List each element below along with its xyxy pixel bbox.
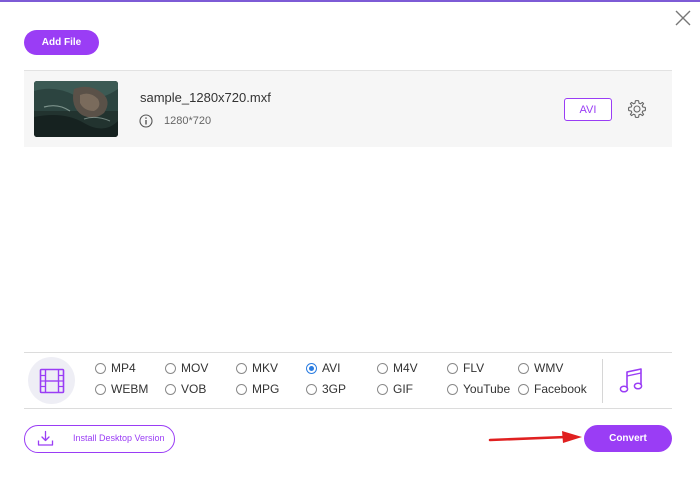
radio-button[interactable] (95, 362, 106, 374)
radio-button[interactable] (165, 362, 176, 374)
radio-button[interactable] (518, 383, 529, 395)
install-desktop-version-button[interactable]: Install Desktop Version (24, 425, 175, 453)
annotation-arrow (488, 431, 582, 443)
format-option[interactable]: Facebook (518, 382, 587, 396)
add-file-button[interactable]: Add File (24, 30, 99, 55)
format-option[interactable]: FLV (447, 361, 484, 375)
panel-divider (602, 359, 603, 403)
music-note-icon[interactable] (618, 367, 644, 395)
format-option-selected[interactable]: AVI (306, 361, 340, 375)
gear-icon[interactable] (627, 99, 647, 119)
format-option[interactable]: MKV (236, 361, 278, 375)
convert-button[interactable]: Convert (584, 425, 672, 452)
radio-button[interactable] (236, 362, 247, 374)
radio-button-selected[interactable] (306, 362, 317, 374)
radio-button[interactable] (518, 362, 529, 374)
radio-button[interactable] (447, 383, 458, 395)
radio-button[interactable] (165, 383, 176, 395)
video-format-tab[interactable] (28, 357, 75, 404)
format-option[interactable]: MP4 (95, 361, 136, 375)
output-format-button[interactable]: AVI (564, 98, 612, 121)
radio-button[interactable] (377, 362, 388, 374)
format-option[interactable]: GIF (377, 382, 413, 396)
download-icon (37, 430, 54, 446)
format-option[interactable]: MPG (236, 382, 279, 396)
file-resolution: 1280*720 (164, 115, 212, 127)
radio-button[interactable] (447, 362, 458, 374)
format-option[interactable]: VOB (165, 382, 206, 396)
window-top-border (0, 0, 700, 2)
radio-button[interactable] (306, 383, 317, 395)
install-button-label: Install Desktop Version (73, 433, 165, 443)
format-option[interactable]: YouTube (447, 382, 510, 396)
file-list-item: sample_1280x720.mxf 1280*720 AVI (24, 70, 672, 147)
radio-button[interactable] (236, 383, 247, 395)
close-icon[interactable] (673, 8, 693, 28)
film-icon (39, 368, 64, 393)
radio-button[interactable] (377, 383, 388, 395)
format-option[interactable]: MOV (165, 361, 208, 375)
radio-button[interactable] (95, 383, 106, 395)
info-icon[interactable] (139, 114, 153, 128)
video-thumbnail (34, 81, 118, 137)
format-option[interactable]: WMV (518, 361, 563, 375)
format-selection-panel: MP4 MOV MKV AVI M4V FLV WMV WEBM VOB MPG… (24, 352, 672, 409)
format-option[interactable]: M4V (377, 361, 418, 375)
format-option[interactable]: 3GP (306, 382, 346, 396)
format-option[interactable]: WEBM (95, 382, 148, 396)
file-name: sample_1280x720.mxf (140, 90, 271, 105)
